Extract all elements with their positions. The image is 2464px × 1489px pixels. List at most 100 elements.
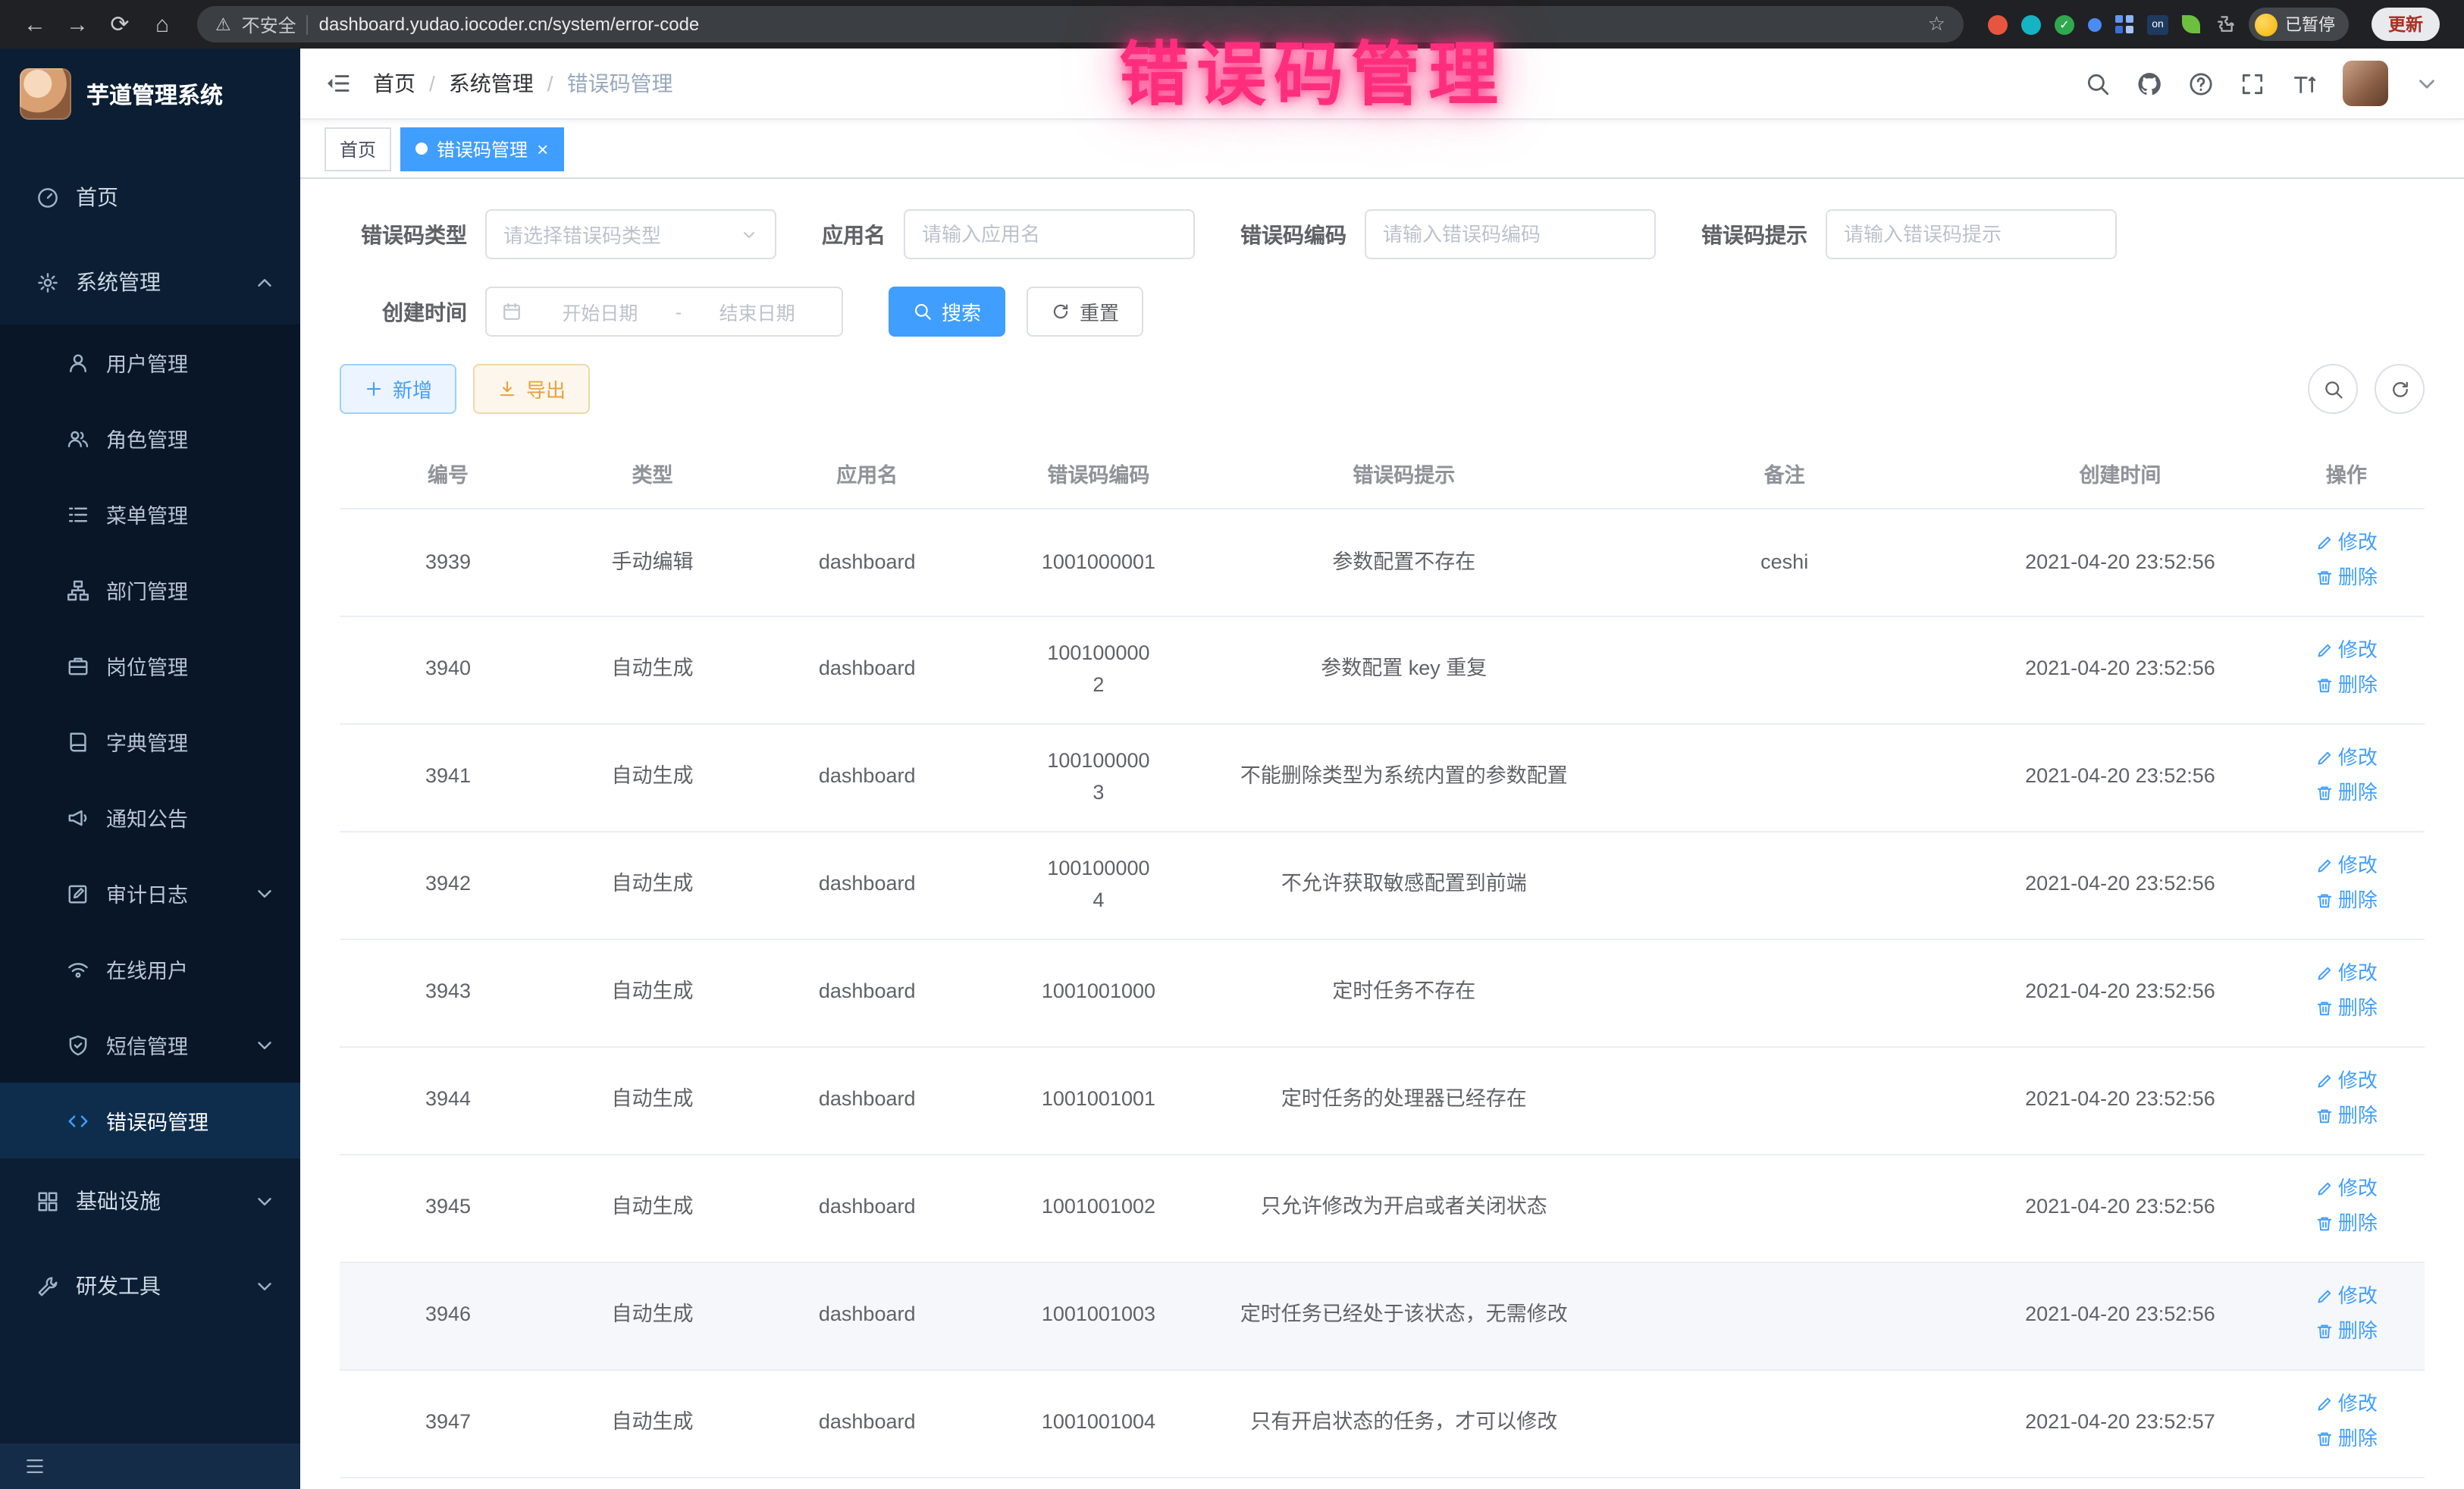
table-row[interactable]: 3948自动生成dashboard1001001005CRON 表达式不正确20…: [340, 1477, 2425, 1489]
add-button[interactable]: 新增: [340, 364, 456, 414]
github-icon[interactable]: [2136, 71, 2162, 96]
table-cell: 修改删除: [2268, 1155, 2425, 1262]
sidebar-item[interactable]: 研发工具: [0, 1243, 300, 1328]
table-row[interactable]: 3946自动生成dashboard1001001003定时任务已经处于该状态，无…: [340, 1262, 2425, 1370]
table-cell: 100100000 3: [986, 724, 1211, 832]
delete-link[interactable]: 删除: [2315, 1208, 2378, 1239]
edit-link[interactable]: 修改: [2315, 1174, 2378, 1204]
delete-link[interactable]: 删除: [2315, 1423, 2378, 1453]
extension-icon-leaf[interactable]: [2182, 15, 2200, 33]
help-icon[interactable]: [2188, 71, 2214, 96]
extensions-area: ✓ on 已暂停 更新: [1979, 8, 2449, 41]
delete-link[interactable]: 删除: [2315, 886, 2378, 916]
table-row[interactable]: 3942自动生成dashboard100100000 4不允许获取敏感配置到前端…: [340, 832, 2425, 939]
delete-link[interactable]: 删除: [2315, 563, 2378, 593]
shield-icon: [67, 1033, 89, 1056]
export-button[interactable]: 导出: [473, 364, 590, 414]
tab-close-icon[interactable]: ×: [537, 139, 548, 158]
error-hint-input[interactable]: [1826, 209, 2117, 259]
table-row[interactable]: 3943自动生成dashboard1001001000定时任务不存在2021-0…: [340, 939, 2425, 1047]
extensions-puzzle-icon[interactable]: [2214, 14, 2235, 35]
reset-button[interactable]: 重置: [1027, 287, 1143, 337]
delete-link[interactable]: 删除: [2315, 993, 2378, 1023]
table-row[interactable]: 3939手动编辑dashboard1001000001参数配置不存在ceshi2…: [340, 509, 2425, 616]
sidebar-item[interactable]: 审计日志: [0, 855, 300, 931]
sidebar-item[interactable]: 字典管理: [0, 704, 300, 779]
app-name-input[interactable]: [904, 209, 1195, 259]
tab-item[interactable]: 首页: [324, 127, 391, 171]
home-icon[interactable]: ⌂: [143, 5, 182, 44]
delete-link[interactable]: 删除: [2315, 670, 2378, 701]
sidebar-item[interactable]: 系统管理: [0, 240, 300, 324]
edit-link[interactable]: 修改: [2315, 1281, 2378, 1312]
delete-link[interactable]: 删除: [2315, 1101, 2378, 1131]
error-code-input[interactable]: [1365, 209, 1656, 259]
sidebar-item[interactable]: 首页: [0, 155, 300, 240]
sidebar-item[interactable]: 错误码管理: [0, 1083, 300, 1158]
profile-chip[interactable]: 已暂停: [2249, 8, 2349, 41]
sidebar-item[interactable]: 角色管理: [0, 400, 300, 476]
sidebar-item[interactable]: 岗位管理: [0, 628, 300, 704]
sidebar-item[interactable]: 通知公告: [0, 779, 300, 855]
search-icon[interactable]: [2085, 71, 2111, 96]
avatar-caret-down-icon[interactable]: [2414, 71, 2440, 96]
sidebar-item[interactable]: 基础设施: [0, 1158, 300, 1243]
edit-link[interactable]: 修改: [2315, 851, 2378, 881]
table-row[interactable]: 3944自动生成dashboard1001001001定时任务的处理器已经存在2…: [340, 1047, 2425, 1155]
app-logo[interactable]: 芋道管理系统: [0, 49, 300, 139]
refresh-table-button[interactable]: [2375, 364, 2425, 414]
forward-icon[interactable]: →: [58, 5, 97, 44]
user-avatar[interactable]: [2343, 61, 2388, 106]
browser-toolbar: ← → ⟳ ⌂ ⚠ 不安全 dashboard.yudao.iocoder.cn…: [0, 0, 2464, 49]
edit-link[interactable]: 修改: [2315, 528, 2378, 558]
breadcrumb-item[interactable]: 错误码管理: [567, 68, 673, 99]
extension-icon-on-badge[interactable]: on: [2147, 14, 2168, 34]
tab-item[interactable]: 错误码管理×: [400, 127, 563, 171]
browser-update-button[interactable]: 更新: [2372, 8, 2440, 41]
fullscreen-icon[interactable]: [2240, 71, 2265, 96]
extension-icon-blue[interactable]: [2088, 17, 2102, 31]
table-cell: 1001001000: [986, 939, 1211, 1047]
back-icon[interactable]: ←: [15, 5, 55, 44]
edit-icon: [2315, 534, 2334, 552]
font-size-icon[interactable]: [2291, 71, 2317, 96]
delete-link[interactable]: 删除: [2315, 778, 2378, 808]
breadcrumb-item[interactable]: 系统管理: [449, 68, 534, 99]
table-row[interactable]: 3941自动生成dashboard100100000 3不能删除类型为系统内置的…: [340, 724, 2425, 832]
edit-link[interactable]: 修改: [2315, 635, 2378, 666]
search-button[interactable]: 搜索: [889, 287, 1005, 337]
table-row[interactable]: 3940自动生成dashboard100100000 2参数配置 key 重复2…: [340, 616, 2425, 724]
table-cell: 3947: [340, 1370, 556, 1478]
bookmark-star-icon[interactable]: ☆: [1928, 12, 1945, 36]
extension-icon-red[interactable]: [1988, 14, 2008, 34]
error-code-table: 编号类型应用名错误码编码错误码提示备注创建时间操作 3939手动编辑dashbo…: [340, 438, 2425, 1489]
sidebar-item[interactable]: 短信管理: [0, 1007, 300, 1083]
table-row[interactable]: 3947自动生成dashboard1001001004只有开启状态的任务，才可以…: [340, 1370, 2425, 1478]
create-time-range-picker[interactable]: 开始日期 - 结束日期: [485, 287, 843, 337]
fold-menu-icon[interactable]: [324, 70, 352, 97]
edit-link[interactable]: 修改: [2315, 743, 2378, 773]
edit-link[interactable]: 修改: [2315, 1389, 2378, 1419]
extension-icon-grid[interactable]: [2115, 15, 2133, 33]
edit-link[interactable]: 修改: [2315, 958, 2378, 989]
sidebar-item[interactable]: 菜单管理: [0, 476, 300, 552]
extension-icon-teal[interactable]: [2021, 14, 2041, 34]
sidebar-item[interactable]: 部门管理: [0, 552, 300, 628]
sidebar-item[interactable]: 在线用户: [0, 931, 300, 1007]
table-cell: [1597, 616, 1972, 724]
sidebar-footer[interactable]: [0, 1444, 300, 1489]
reload-icon[interactable]: ⟳: [100, 5, 140, 44]
table-row[interactable]: 3945自动生成dashboard1001001002只允许修改为开启或者关闭状…: [340, 1155, 2425, 1262]
edit-link[interactable]: 修改: [2315, 1066, 2378, 1096]
extension-icon-green-check[interactable]: ✓: [2055, 14, 2074, 34]
delete-link[interactable]: 删除: [2315, 1316, 2378, 1346]
address-bar[interactable]: ⚠ 不安全 dashboard.yudao.iocoder.cn/system/…: [197, 6, 1964, 42]
breadcrumb-item[interactable]: 首页: [373, 68, 415, 99]
edit-icon: [2315, 1395, 2334, 1413]
sidebar-item[interactable]: 用户管理: [0, 324, 300, 400]
error-type-select[interactable]: 请选择错误码类型: [485, 209, 776, 259]
sidebar-item-label: 基础设施: [76, 1186, 161, 1216]
table-cell: dashboard: [748, 616, 986, 724]
collapse-sidebar-icon: [24, 1456, 45, 1477]
show-search-toggle-button[interactable]: [2308, 364, 2358, 414]
